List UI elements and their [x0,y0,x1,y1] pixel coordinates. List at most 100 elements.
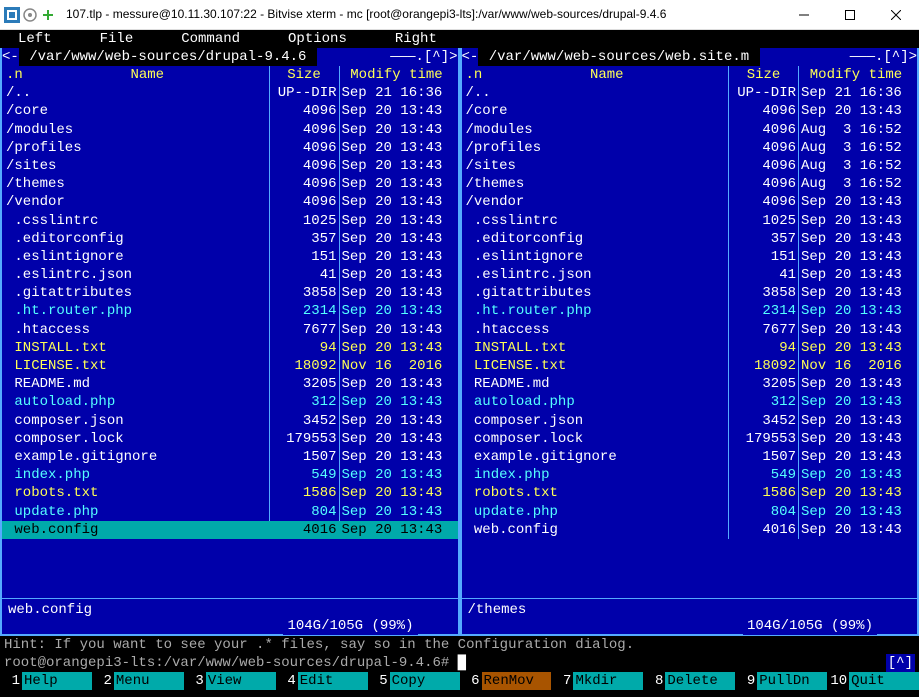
close-button[interactable] [873,0,919,30]
file-row[interactable]: update.php804Sep 20 13:43 [462,503,918,521]
file-row[interactable]: /core4096Sep 20 13:43 [462,102,918,120]
left-file-list[interactable]: /..UP--DIRSep 21 16:36/core4096Sep 20 13… [2,84,458,598]
col-size[interactable]: Size [728,66,798,84]
file-row[interactable]: /vendor4096Sep 20 13:43 [462,193,918,211]
left-panel-path[interactable]: /var/www/web-sources/drupal-9.4.6 [19,48,317,66]
file-row[interactable]: LICENSE.txt18092Nov 16 2016 [462,357,918,375]
scroll-indicator[interactable]: [^] [886,654,915,672]
file-row[interactable]: .editorconfig357Sep 20 13:43 [2,230,458,248]
file-row[interactable]: README.md3205Sep 20 13:43 [2,375,458,393]
fkey-renmov[interactable]: 6RenMov [460,672,552,690]
fkey-copy[interactable]: 5Copy [368,672,460,690]
file-row[interactable]: /..UP--DIRSep 21 16:36 [462,84,918,102]
fkey-help[interactable]: 1Help [0,672,92,690]
minimize-button[interactable] [781,0,827,30]
file-row[interactable]: index.php549Sep 20 13:43 [462,466,918,484]
file-row[interactable]: composer.lock179553Sep 20 13:43 [2,430,458,448]
fkey-edit[interactable]: 4Edit [276,672,368,690]
file-size: 3205 [728,375,798,393]
file-row[interactable]: .csslintrc1025Sep 20 13:43 [2,212,458,230]
file-row[interactable]: .ht.router.php2314Sep 20 13:43 [462,302,918,320]
file-row[interactable]: .eslintrc.json41Sep 20 13:43 [2,266,458,284]
col-n[interactable]: .n [466,66,486,84]
gear-icon[interactable] [22,7,38,23]
fkey-number: 3 [184,672,206,690]
file-row[interactable]: .gitattributes3858Sep 20 13:43 [462,284,918,302]
file-row[interactable]: .eslintrc.json41Sep 20 13:43 [462,266,918,284]
file-row[interactable]: .ht.router.php2314Sep 20 13:43 [2,302,458,320]
file-row[interactable]: update.php804Sep 20 13:43 [2,503,458,521]
file-row[interactable]: /profiles4096Aug 3 16:52 [462,139,918,157]
left-panel[interactable]: <- /var/www/web-sources/drupal-9.4.6 ———… [0,48,460,636]
file-row[interactable]: .htaccess7677Sep 20 13:43 [2,321,458,339]
file-row[interactable]: example.gitignore1507Sep 20 13:43 [2,448,458,466]
file-modify: Sep 20 13:43 [339,102,454,120]
fkey-number: 7 [551,672,573,690]
col-modify[interactable]: Modify time [339,66,454,84]
file-row[interactable]: autoload.php312Sep 20 13:43 [2,393,458,411]
prompt-line[interactable]: root@orangepi3-lts:/var/www/web-sources/… [0,654,919,672]
file-row[interactable]: example.gitignore1507Sep 20 13:43 [462,448,918,466]
col-modify[interactable]: Modify time [798,66,913,84]
menu-file[interactable]: File [100,30,134,48]
fkey-pulldn[interactable]: 9PullDn [735,672,827,690]
file-row[interactable]: composer.json3452Sep 20 13:43 [462,412,918,430]
right-panel[interactable]: <- /var/www/web-sources/web.site.m ———.[… [460,48,919,636]
file-row[interactable]: /..UP--DIRSep 21 16:36 [2,84,458,102]
col-n[interactable]: .n [6,66,26,84]
maximize-button[interactable] [827,0,873,30]
file-row[interactable]: INSTALL.txt94Sep 20 13:43 [462,339,918,357]
right-panel-path[interactable]: /var/www/web-sources/web.site.m [478,48,759,66]
file-row[interactable]: composer.json3452Sep 20 13:43 [2,412,458,430]
file-row[interactable]: INSTALL.txt94Sep 20 13:43 [2,339,458,357]
col-name[interactable]: Name [26,66,269,84]
file-row[interactable]: .eslintignore151Sep 20 13:43 [462,248,918,266]
file-row[interactable]: README.md3205Sep 20 13:43 [462,375,918,393]
file-row[interactable]: /modules4096Sep 20 13:43 [2,121,458,139]
menu-command[interactable]: Command [181,30,240,48]
file-row[interactable]: index.php549Sep 20 13:43 [2,466,458,484]
file-modify: Nov 16 2016 [798,357,913,375]
file-name: composer.lock [6,430,269,448]
right-path-prefix[interactable]: <- [462,48,479,66]
col-size[interactable]: Size [269,66,339,84]
file-row[interactable]: robots.txt1586Sep 20 13:43 [462,484,918,502]
right-file-list[interactable]: /..UP--DIRSep 21 16:36/core4096Sep 20 13… [462,84,918,598]
file-row[interactable]: web.config4016Sep 20 13:43 [462,521,918,539]
file-row[interactable]: /sites4096Sep 20 13:43 [2,157,458,175]
left-path-prefix[interactable]: <- [2,48,19,66]
file-row[interactable]: /modules4096Aug 3 16:52 [462,121,918,139]
fkey-label: Quit [849,672,919,690]
menu-right[interactable]: Right [395,30,437,48]
file-row[interactable]: .csslintrc1025Sep 20 13:43 [462,212,918,230]
plus-icon[interactable] [40,7,56,23]
file-row[interactable]: /vendor4096Sep 20 13:43 [2,193,458,211]
fkey-mkdir[interactable]: 7Mkdir [551,672,643,690]
file-row[interactable]: .htaccess7677Sep 20 13:43 [462,321,918,339]
fkey-menu[interactable]: 2Menu [92,672,184,690]
fkey-view[interactable]: 3View [184,672,276,690]
left-panel-sort[interactable]: ———.[^]> [317,48,458,66]
file-row[interactable]: .editorconfig357Sep 20 13:43 [462,230,918,248]
file-name: INSTALL.txt [6,339,269,357]
file-size: 179553 [269,430,339,448]
fkey-quit[interactable]: 10Quit [827,672,919,690]
file-row[interactable]: /themes4096Sep 20 13:43 [2,175,458,193]
fkey-number: 5 [368,672,390,690]
file-row[interactable]: autoload.php312Sep 20 13:43 [462,393,918,411]
file-row[interactable]: web.config4016Sep 20 13:43 [2,521,458,539]
file-row[interactable]: /sites4096Aug 3 16:52 [462,157,918,175]
file-row[interactable]: /profiles4096Sep 20 13:43 [2,139,458,157]
menu-options[interactable]: Options [288,30,347,48]
col-name[interactable]: Name [486,66,729,84]
file-row[interactable]: .eslintignore151Sep 20 13:43 [2,248,458,266]
fkey-delete[interactable]: 8Delete [643,672,735,690]
file-row[interactable]: composer.lock179553Sep 20 13:43 [462,430,918,448]
right-panel-sort[interactable]: ———.[^]> [760,48,917,66]
file-row[interactable]: LICENSE.txt18092Nov 16 2016 [2,357,458,375]
file-row[interactable]: /core4096Sep 20 13:43 [2,102,458,120]
file-row[interactable]: .gitattributes3858Sep 20 13:43 [2,284,458,302]
file-row[interactable]: robots.txt1586Sep 20 13:43 [2,484,458,502]
file-row[interactable]: /themes4096Aug 3 16:52 [462,175,918,193]
menu-left[interactable]: Left [18,30,52,48]
